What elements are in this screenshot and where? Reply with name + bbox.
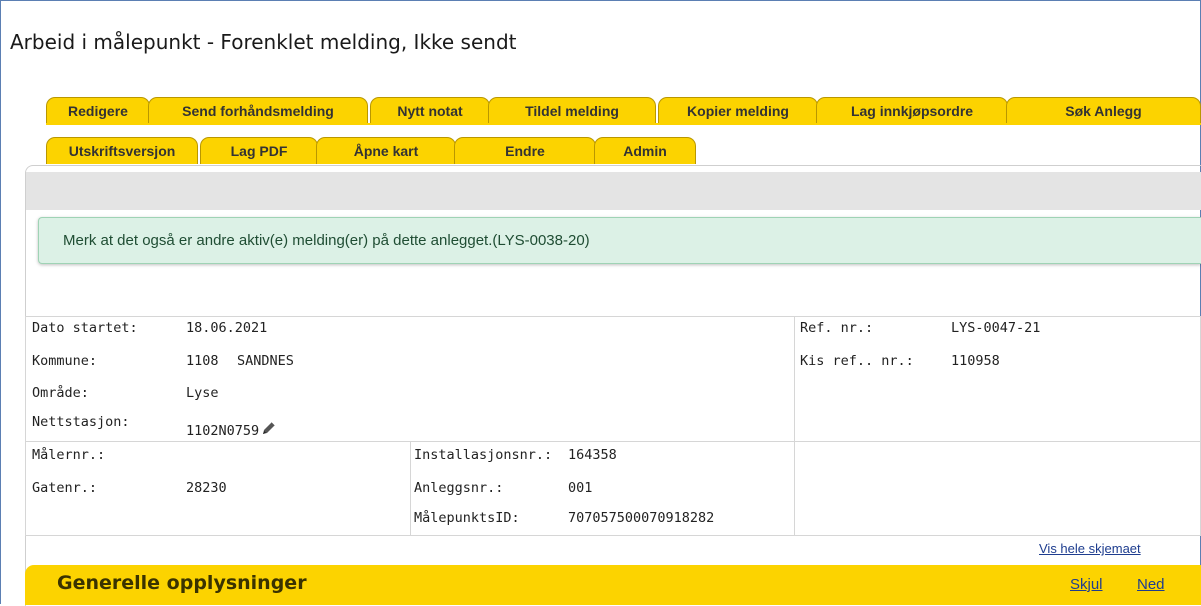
tab-send-forhandsmelding[interactable]: Send forhåndsmelding (148, 97, 368, 124)
details-grid: Dato startet: 18.06.2021 Kommune: 1108 S… (25, 316, 1201, 536)
tab-lag-innkjopsordre[interactable]: Lag innkjøpsordre (816, 97, 1008, 124)
value-malepunktsid: 707057500070918282 (568, 510, 715, 526)
tab-utskriftsversjon[interactable]: Utskriftsversjon (46, 137, 198, 164)
value-omrade: Lyse (186, 385, 219, 401)
label-installasjonsnr: Installasjonsnr.: (414, 447, 553, 463)
label-anleggsnr: Anleggsnr.: (414, 480, 504, 496)
pencil-icon[interactable] (260, 419, 278, 437)
label-ref-nr: Ref. nr.: (800, 320, 874, 336)
tab-sok-anlegg[interactable]: Søk Anlegg (1006, 97, 1201, 124)
tab-redigere[interactable]: Redigere (46, 97, 150, 124)
value-kis-ref-nr: 110958 (951, 353, 1000, 369)
tab-lag-pdf[interactable]: Lag PDF (200, 137, 318, 164)
panel-header-bar (26, 172, 1201, 210)
notice-banner: Merk at det også er andre aktiv(e) meldi… (38, 217, 1201, 264)
tab-endre[interactable]: Endre (454, 137, 596, 164)
ned-link[interactable]: Ned (1137, 576, 1165, 593)
label-kommune: Kommune: (32, 353, 98, 369)
page-title: Arbeid i målepunkt - Forenklet melding, … (10, 30, 517, 54)
value-kommune-nr: 1108 (186, 353, 219, 369)
value-nettstasjon-wrap: 1102N0759 (186, 419, 278, 439)
value-dato-startet: 18.06.2021 (186, 320, 268, 336)
label-gatenr: Gatenr.: (32, 480, 98, 496)
label-omrade: Område: (32, 385, 89, 401)
value-anleggsnr: 001 (568, 480, 593, 496)
vis-hele-skjemaet-link[interactable]: Vis hele skjemaet (1039, 541, 1141, 556)
details-cell-general (25, 316, 795, 442)
tab-apne-kart[interactable]: Åpne kart (316, 137, 456, 164)
tab-kopier-melding[interactable]: Kopier melding (658, 97, 818, 124)
label-dato-startet: Dato startet: (32, 320, 138, 336)
label-kis-ref-nr: Kis ref.. nr.: (800, 353, 914, 369)
section-generelle-opplysninger: Generelle opplysninger Skjul Ned (25, 565, 1201, 605)
details-cell-empty (794, 441, 1201, 536)
value-gatenr: 28230 (186, 480, 227, 496)
value-ref-nr: LYS-0047-21 (951, 320, 1041, 336)
tab-admin[interactable]: Admin (594, 137, 696, 164)
value-nettstasjon: 1102N0759 (186, 423, 260, 439)
tab-row-divider (46, 123, 1201, 125)
skjul-link[interactable]: Skjul (1070, 576, 1103, 593)
section-title: Generelle opplysninger (57, 572, 307, 594)
tab-nytt-notat[interactable]: Nytt notat (370, 97, 490, 124)
label-nettstasjon: Nettstasjon: (32, 414, 130, 430)
notice-text: Merk at det også er andre aktiv(e) meldi… (63, 232, 590, 249)
label-malepunktsid: MålepunktsID: (414, 510, 520, 526)
value-installasjonsnr: 164358 (568, 447, 617, 463)
label-malernr: Målernr.: (32, 447, 106, 463)
value-kommune-navn: SANDNES (237, 353, 294, 369)
tab-tildel-melding[interactable]: Tildel melding (488, 97, 656, 124)
